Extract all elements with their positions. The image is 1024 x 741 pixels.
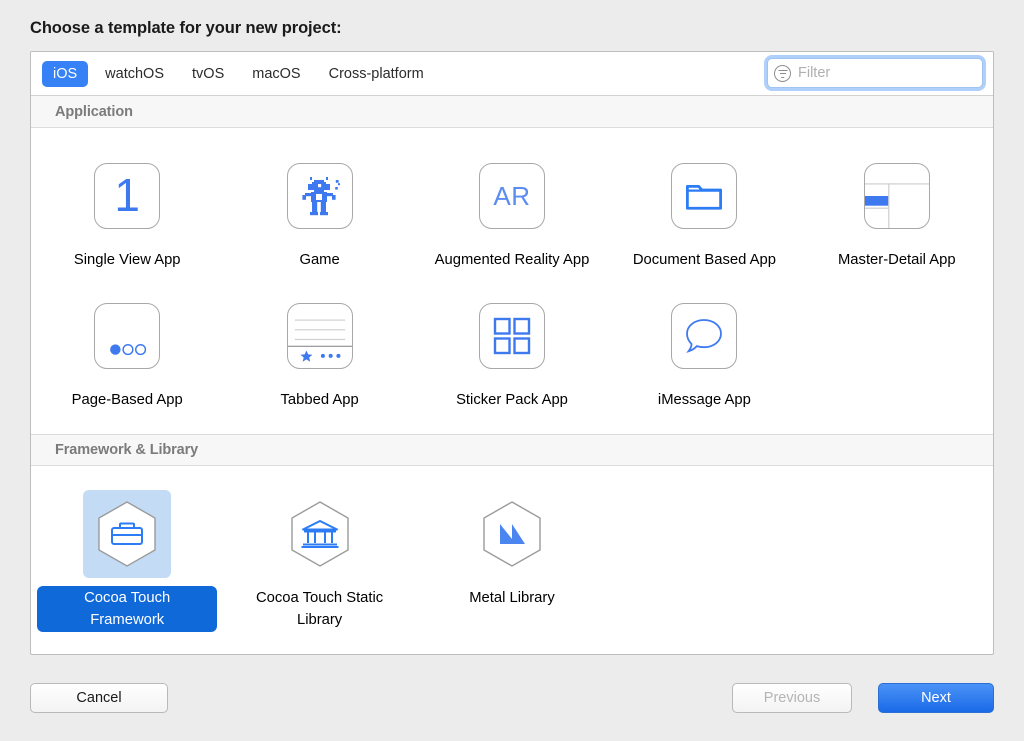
tab-tvos[interactable]: tvOS: [181, 61, 235, 87]
tile-icon-holder: [660, 152, 748, 240]
template-label: Single View App: [73, 252, 181, 268]
tabbed-app-icon: [286, 303, 353, 369]
template-label: Cocoa Touch Framework: [37, 586, 218, 632]
platform-tabbar: iOS watchOS tvOS macOS Cross-platform: [31, 52, 993, 96]
section-header-application: Application: [31, 96, 993, 128]
template-panel: iOS watchOS tvOS macOS Cross-platform Ap…: [30, 51, 994, 655]
tile-icon-holder: [468, 490, 556, 578]
tile-icon-holder: 1: [83, 152, 171, 240]
section-header-framework-library: Framework & Library: [31, 434, 993, 466]
single-view-app-icon: 1: [94, 163, 161, 229]
filter-field[interactable]: [767, 58, 983, 88]
tab-ios[interactable]: iOS: [42, 60, 89, 87]
template-tile-tabbed-app[interactable]: Tabbed App: [223, 286, 415, 426]
template-label: Cocoa Touch Static Library: [255, 590, 384, 628]
template-tile-cocoa-touch-static-library[interactable]: Cocoa Touch Static Library: [223, 484, 415, 646]
template-label: Game: [299, 252, 340, 268]
template-label: Tabbed App: [280, 392, 359, 408]
cancel-button[interactable]: Cancel: [30, 683, 168, 713]
tile-icon-holder: [276, 292, 364, 380]
bank-hex-icon: [290, 501, 349, 567]
template-tile-cocoa-touch-framework[interactable]: Cocoa Touch Framework: [31, 484, 223, 646]
new-project-template-dialog: Choose a template for your new project: …: [0, 0, 1024, 741]
template-tile-single-view-app[interactable]: 1 Single View App: [31, 146, 223, 286]
previous-button[interactable]: Previous: [732, 683, 852, 713]
game-robot-icon: [286, 163, 353, 229]
tab-cross-platform[interactable]: Cross-platform: [318, 61, 435, 87]
briefcase-hex-icon: [98, 501, 156, 567]
template-label: Sticker Pack App: [456, 392, 568, 408]
tile-icon-holder: AR: [468, 152, 556, 240]
template-tile-game[interactable]: Game: [223, 146, 415, 286]
template-tile-master-detail-app[interactable]: Master-Detail App: [801, 146, 993, 286]
sticker-grid-icon: [478, 303, 545, 369]
next-button[interactable]: Next: [878, 683, 994, 713]
filter-icon: [774, 64, 791, 82]
template-label: iMessage App: [657, 392, 751, 408]
tile-icon-holder: [276, 152, 364, 240]
template-label: Document Based App: [632, 252, 776, 268]
template-tile-imessage-app[interactable]: iMessage App: [608, 286, 800, 426]
template-tile-sticker-pack-app[interactable]: Sticker Pack App: [416, 286, 608, 426]
tile-icon-holder: [276, 490, 364, 578]
tile-icon-holder: [83, 292, 171, 380]
tile-icon-holder: [468, 292, 556, 380]
framework-library-template-grid: Cocoa Touch Framework Cocoa Touch Static…: [31, 466, 993, 654]
page-dots-icon: [94, 303, 161, 369]
metal-hex-icon: [483, 501, 541, 567]
template-label: Augmented Reality App: [434, 252, 590, 268]
template-label: Page-Based App: [71, 392, 183, 408]
template-label: Master-Detail App: [837, 252, 956, 268]
master-detail-icon: [863, 163, 930, 229]
filter-input[interactable]: [798, 65, 976, 81]
page-title: Choose a template for your new project:: [30, 19, 342, 37]
augmented-reality-icon: AR: [478, 163, 545, 229]
template-tile-augmented-reality-app[interactable]: AR Augmented Reality App: [416, 146, 608, 286]
document-folder-icon: [671, 163, 738, 229]
template-tile-metal-library[interactable]: Metal Library: [416, 484, 608, 646]
tile-icon-holder: [853, 152, 941, 240]
template-tile-document-based-app[interactable]: Document Based App: [608, 146, 800, 286]
template-tile-page-based-app[interactable]: Page-Based App: [31, 286, 223, 426]
tab-watchos[interactable]: watchOS: [94, 61, 175, 87]
template-label: Metal Library: [469, 590, 555, 606]
tile-icon-holder: [660, 292, 748, 380]
tab-macos[interactable]: macOS: [241, 61, 311, 87]
imessage-bubble-icon: [671, 303, 738, 369]
tile-icon-holder: [83, 490, 172, 578]
application-template-grid: 1 Single View App Game AR Augmented Real…: [31, 128, 993, 434]
